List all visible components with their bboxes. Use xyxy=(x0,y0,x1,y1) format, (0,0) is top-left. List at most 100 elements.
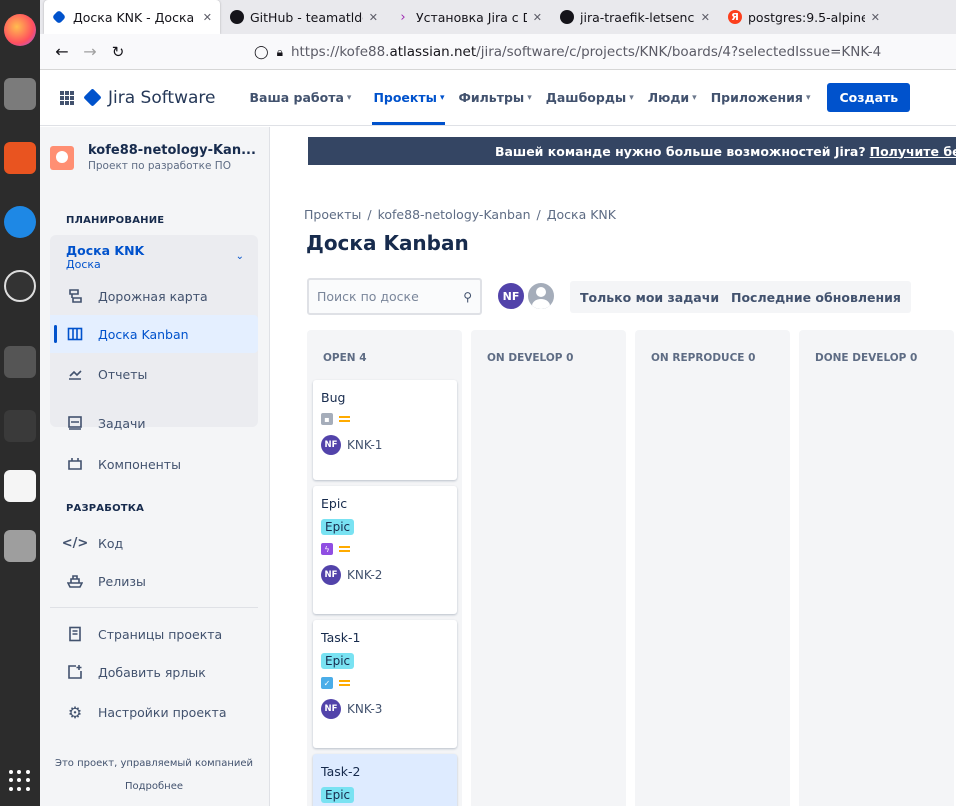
sidebar-item-add-shortcut[interactable]: Добавить ярлык xyxy=(50,653,258,691)
files-icon[interactable] xyxy=(4,78,36,110)
task-checkbox-icon: ✓ xyxy=(321,677,333,689)
sidebar-item-label: Релизы xyxy=(98,573,146,589)
avatar[interactable]: NF xyxy=(496,281,526,311)
app-icon[interactable] xyxy=(4,270,36,302)
banner-link[interactable]: Получите бес xyxy=(870,144,956,159)
terminal-icon[interactable] xyxy=(4,346,36,378)
show-apps-icon[interactable] xyxy=(9,770,31,792)
github-icon xyxy=(560,10,574,24)
sidebar-item-label: Страницы проекта xyxy=(98,626,223,642)
menu-filters[interactable]: Фильтры ▾ xyxy=(451,70,538,125)
issue-card[interactable]: Task-1 Epic ✓ NF KNK-3 xyxy=(313,620,457,748)
close-tab-icon[interactable]: ✕ xyxy=(701,11,710,24)
banner-text: Вашей команде нужно больше возможностей … xyxy=(494,143,866,159)
menu-label: Люди xyxy=(647,90,690,105)
sidebar-item-kanban-board[interactable]: Доска Kanban xyxy=(50,315,258,353)
jira-top-nav: Jira Software Ваша работа ▾ Проекты ▾ Филь… xyxy=(40,70,956,126)
issue-key: KNK-3 xyxy=(347,702,383,716)
code-icon: </> xyxy=(61,535,89,551)
ship-icon xyxy=(66,573,84,589)
sidebar-item-reports[interactable]: Отчеты xyxy=(50,355,258,393)
board-search-input[interactable]: Поиск по доске ⚲ xyxy=(307,278,482,315)
top-menu: Ваша работа ▾ Проекты ▾ Фильтры ▾ Дашборды ▾… xyxy=(236,70,818,125)
menu-apps[interactable]: Приложения ▾ xyxy=(704,70,818,125)
board-column-on-develop: ON DEVELOP 0 xyxy=(471,330,626,806)
browser-tab[interactable]: › Установка Jira с Doc ✕ xyxy=(386,0,550,34)
menu-your-work[interactable]: Ваша работа ▾ xyxy=(236,70,359,125)
lock-icon[interactable]: 🔒︎ xyxy=(277,45,283,60)
reload-icon[interactable]: ↻ xyxy=(104,43,132,61)
issue-card[interactable]: Bug ▪ NF KNK-1 xyxy=(313,380,457,480)
browser-tab[interactable]: Я postgres:9.5-alpine - ✕ xyxy=(718,0,888,34)
issue-card[interactable]: Epic Epic ϟ NF KNK-2 xyxy=(313,486,457,614)
back-icon[interactable]: ← xyxy=(48,42,76,61)
board-name: Доска KNK xyxy=(66,243,145,258)
breadcrumb-board[interactable]: Доска KNK xyxy=(547,207,616,222)
board-selector[interactable]: Доска KNK Доска xyxy=(66,243,144,271)
monitor-icon[interactable] xyxy=(4,410,36,442)
breadcrumb-project[interactable]: kofe88-netology-Kanban xyxy=(378,207,531,222)
reports-icon xyxy=(66,366,84,382)
search-icon: ⚲ xyxy=(463,289,472,304)
software-center-icon[interactable] xyxy=(4,142,36,174)
help-icon[interactable] xyxy=(4,206,36,238)
menu-projects[interactable]: Проекты ▾ xyxy=(366,70,451,125)
column-header: DONE DEVELOP 0 xyxy=(815,352,918,364)
sidebar-item-issues[interactable]: Задачи xyxy=(50,404,258,442)
learn-more-link[interactable]: Подробнее xyxy=(40,781,268,792)
board-column-open: OPEN 4 Bug ▪ NF KNK-1 Epic Epic ϟ NF KNK… xyxy=(307,330,462,806)
tab-title: postgres:9.5-alpine - xyxy=(748,9,865,25)
assignee-avatar: NF xyxy=(321,435,341,455)
menu-dashboards[interactable]: Дашборды ▾ xyxy=(539,70,641,125)
sidebar-item-code[interactable]: </> Код xyxy=(50,524,258,562)
product-name: Jira Software xyxy=(108,87,216,108)
board-sub: Доска xyxy=(66,258,101,271)
menu-label: Ваша работа xyxy=(249,90,344,105)
close-tab-icon[interactable]: ✕ xyxy=(871,11,880,24)
app-switcher-icon[interactable] xyxy=(60,90,74,105)
sidebar-item-releases[interactable]: Релизы xyxy=(50,562,258,600)
trash-icon[interactable] xyxy=(4,530,36,562)
sidebar-item-roadmap[interactable]: Дорожная карта xyxy=(50,277,258,315)
browser-tab[interactable]: jira-traefik-letsencry ✕ xyxy=(550,0,718,34)
close-tab-icon[interactable]: ✕ xyxy=(533,11,542,24)
quick-filter-my-issues[interactable]: Только мои задачи xyxy=(570,281,730,313)
url-bar[interactable]: ◯ 🔒︎ https://kofe88. atlassian.net/jira/s… xyxy=(254,38,956,66)
firefox-icon[interactable] xyxy=(4,14,36,46)
breadcrumb-projects[interactable]: Проекты xyxy=(304,207,361,222)
issues-icon xyxy=(66,415,84,431)
browser-tab[interactable]: Доска KNK - Доска | ✕ xyxy=(44,0,220,34)
sidebar-item-label: Добавить ярлык xyxy=(98,664,206,680)
chevron-down-icon[interactable]: ⌄ xyxy=(236,251,244,262)
text-editor-icon[interactable] xyxy=(4,470,36,502)
close-tab-icon[interactable]: ✕ xyxy=(369,11,378,24)
tab-title: Установка Jira с Doc xyxy=(416,9,527,25)
sidebar-item-settings[interactable]: ⚙ Настройки проекта xyxy=(50,693,258,731)
roadmap-icon xyxy=(66,288,84,304)
board-main: Вашей команде нужно больше возможностей … xyxy=(270,127,956,806)
sidebar-item-components[interactable]: Компоненты xyxy=(50,445,258,483)
chevron-down-icon: ▾ xyxy=(629,92,634,103)
sidebar-item-label: Отчеты xyxy=(98,366,148,382)
search-placeholder: Поиск по доске xyxy=(317,289,419,304)
issue-card-selected[interactable]: Task-2 Epic xyxy=(313,754,457,806)
card-summary: Epic xyxy=(321,496,348,511)
components-icon xyxy=(66,456,84,472)
forward-icon[interactable]: → xyxy=(76,42,104,61)
menu-people[interactable]: Люди ▾ xyxy=(641,70,704,125)
quick-filter-recently-updated[interactable]: Последние обновления xyxy=(721,281,911,313)
close-tab-icon[interactable]: ✕ xyxy=(203,11,212,24)
jira-logo[interactable]: Jira Software xyxy=(83,87,216,108)
browser-tab[interactable]: GitHub - teamatldoc ✕ xyxy=(220,0,386,34)
jira-logo-icon xyxy=(83,88,102,107)
project-header[interactable]: kofe88-netology-Kan... Проект по разрабо… xyxy=(50,143,256,172)
column-header: ON REPRODUCE 0 xyxy=(651,352,756,364)
card-summary: Task-2 xyxy=(321,764,361,779)
sidebar-item-project-pages[interactable]: Страницы проекта xyxy=(50,615,258,653)
avatar-unassigned[interactable] xyxy=(526,281,556,311)
os-dock xyxy=(0,0,40,806)
chevron-icon: › xyxy=(400,9,406,25)
create-button[interactable]: Создать xyxy=(827,83,911,112)
sidebar-item-label: Дорожная карта xyxy=(98,288,208,304)
shield-icon[interactable]: ◯ xyxy=(254,45,269,60)
